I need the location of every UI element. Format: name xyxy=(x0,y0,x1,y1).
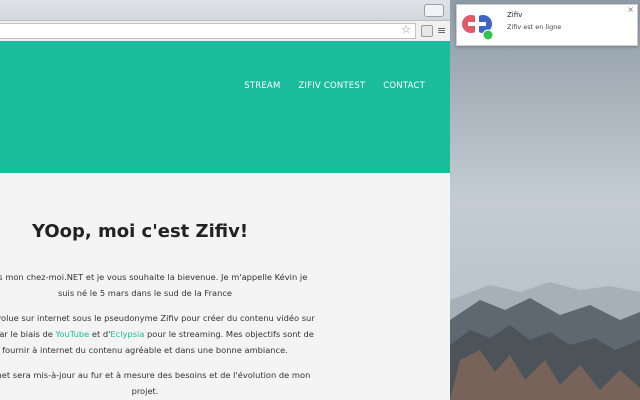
notification-popup[interactable]: Zifiv Zifiv est en ligne × xyxy=(456,4,638,46)
about-line-3: fournir à internet du contenu agréable e… xyxy=(2,345,288,355)
mountain-illustration xyxy=(450,0,640,400)
about-paragraph: nt j'évolue sur internet sous le pseudon… xyxy=(0,310,330,358)
nav-item-zifiv-contest[interactable]: ZIFIV CONTEST xyxy=(298,81,365,91)
about-line-2-start: eux par le biais de xyxy=(0,329,53,339)
site-header: STREAM ZIFIV CONTEST CONTACT xyxy=(0,41,450,173)
about-line-1: nt j'évolue sur internet sous le pseudon… xyxy=(0,313,315,323)
eclypsia-link[interactable]: Eclypsia xyxy=(110,329,144,339)
intro-paragraph: dans mon chez-moi.NET et je vous souhait… xyxy=(0,269,330,301)
update-line-2: projet. xyxy=(131,386,159,396)
close-icon[interactable]: × xyxy=(627,5,634,14)
tab-strip xyxy=(0,0,450,21)
update-paragraph: nternet sera mis-à-jour au fur et à mesu… xyxy=(0,367,330,399)
site-nav: STREAM ZIFIV CONTEST CONTACT xyxy=(229,81,425,91)
desktop-wallpaper xyxy=(450,0,640,400)
extension-icon[interactable] xyxy=(421,25,433,37)
nav-item-stream[interactable]: STREAM xyxy=(244,81,280,91)
star-icon[interactable]: ☆ xyxy=(401,23,411,36)
about-line-2: eux par le biais de YouTube et d'Eclypsi… xyxy=(0,326,330,342)
zifiv-logo-icon xyxy=(462,15,493,40)
about-line-2-mid: et d' xyxy=(89,329,111,339)
update-line-1: nternet sera mis-à-jour au fur et à mesu… xyxy=(0,370,311,380)
youtube-link[interactable]: YouTube xyxy=(55,329,89,339)
address-bar[interactable]: ☆ xyxy=(0,23,416,39)
intro-line-2: suis né le 5 mars dans le sud de la Fran… xyxy=(57,288,233,298)
main-content: YOop, moi c'est Zifiv! dans mon chez-moi… xyxy=(0,173,450,400)
hamburger-menu-icon[interactable]: ≡ xyxy=(437,24,446,37)
about-line-2-end: pour le streaming. Mes objectifs sont de xyxy=(144,329,314,339)
intro-line-1: dans mon chez-moi.NET et je vous souhait… xyxy=(0,272,308,282)
browser-window: ☆ ≡ STREAM ZIFIV CONTEST CONTACT YOop, m… xyxy=(0,0,450,400)
window-control-button[interactable] xyxy=(424,4,444,17)
nav-item-contact[interactable]: CONTACT xyxy=(383,81,425,91)
page-title: YOop, moi c'est Zifiv! xyxy=(31,221,249,242)
browser-toolbar: ☆ ≡ xyxy=(0,21,450,42)
notification-message: Zifiv est en ligne xyxy=(507,23,562,31)
notification-title: Zifiv xyxy=(507,11,523,19)
